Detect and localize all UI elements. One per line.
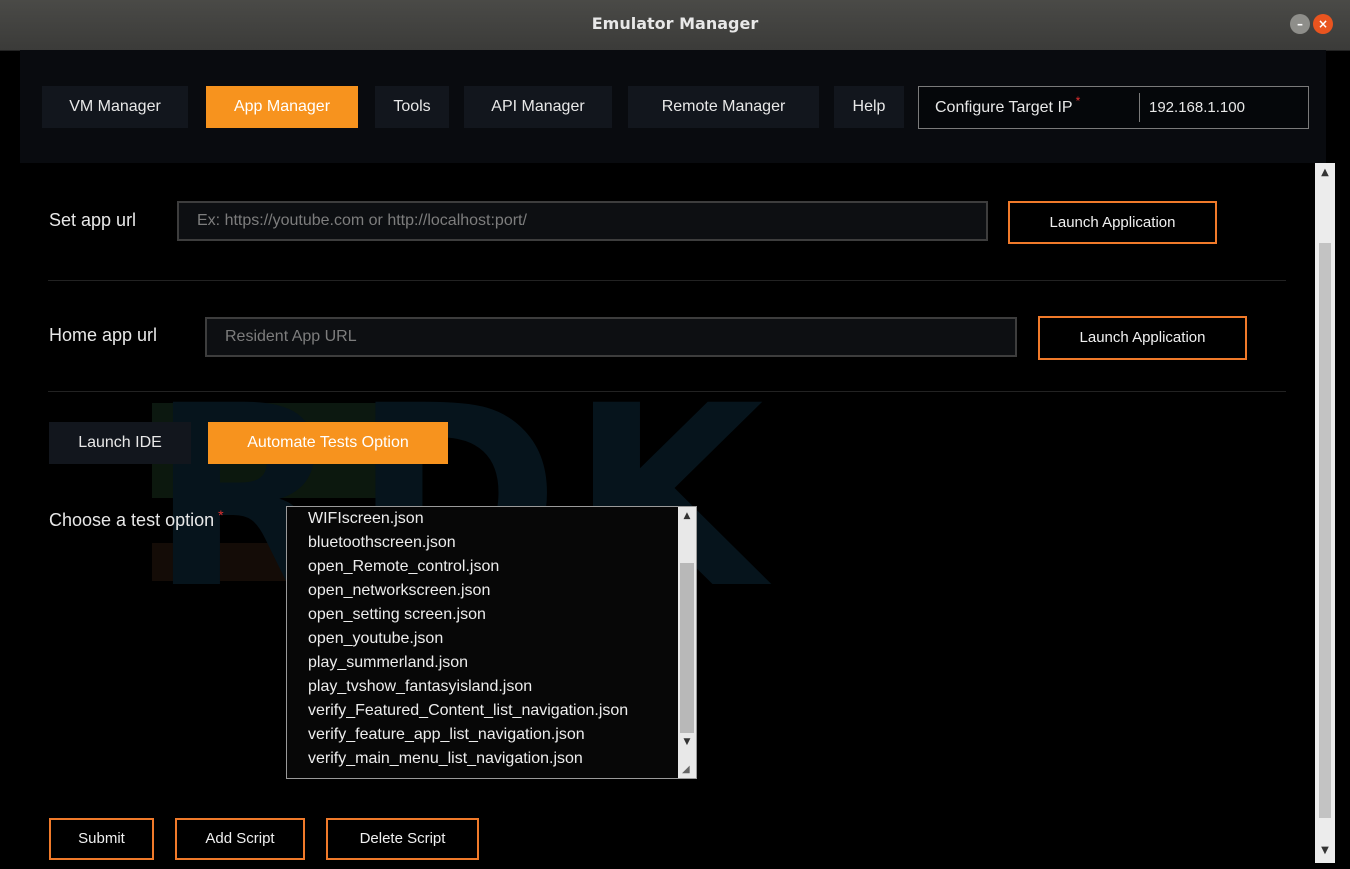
target-ip-input[interactable]: 192.168.1.100 — [1149, 87, 1245, 128]
title-bar: Emulator Manager – × — [0, 0, 1350, 51]
submit-button[interactable]: Submit — [49, 818, 154, 860]
nav-help[interactable]: Help — [834, 86, 904, 128]
list-item[interactable]: play_summerland.json — [308, 651, 468, 674]
nav-remote-manager[interactable]: Remote Manager — [628, 86, 819, 128]
nav-vm-manager[interactable]: VM Manager — [42, 86, 188, 128]
scroll-down-icon[interactable]: ▼ — [678, 737, 696, 747]
scroll-down-icon[interactable]: ▼ — [1315, 845, 1335, 856]
launch-application-button[interactable]: Launch Application — [1008, 201, 1217, 244]
divider — [48, 280, 1286, 281]
tab-automate-tests[interactable]: Automate Tests Option — [208, 422, 448, 464]
main-content: RDK Set app url Launch Application Home … — [0, 163, 1310, 869]
add-script-button[interactable]: Add Script — [175, 818, 305, 860]
required-mark: * — [218, 507, 224, 523]
nav-app-manager[interactable]: App Manager — [206, 86, 358, 128]
list-item[interactable]: WIFIscreen.json — [308, 507, 424, 530]
required-mark: * — [1075, 94, 1081, 108]
resize-grip-icon[interactable]: ◢ — [682, 764, 694, 776]
target-ip-box: Configure Target IP * 192.168.1.100 — [918, 86, 1309, 129]
tab-launch-ide[interactable]: Launch IDE — [49, 422, 191, 464]
nav-api-manager[interactable]: API Manager — [464, 86, 612, 128]
list-item[interactable]: bluetoothscreen.json — [308, 531, 456, 554]
app-url-input[interactable] — [177, 201, 988, 241]
list-item[interactable]: play_tvshow_fantasyisland.json — [308, 675, 532, 698]
page-scrollbar[interactable]: ▲ ▼ — [1310, 163, 1340, 869]
list-item[interactable]: verify_main_menu_list_navigation.json — [308, 747, 583, 770]
divider — [48, 391, 1286, 392]
list-item[interactable]: open_youtube.json — [308, 627, 443, 650]
app-url-label: Set app url — [49, 210, 137, 230]
scroll-up-icon[interactable]: ▲ — [1315, 167, 1335, 178]
home-url-label: Home app url — [49, 325, 158, 345]
launch-home-application-button[interactable]: Launch Application — [1038, 316, 1247, 360]
close-icon[interactable]: × — [1313, 14, 1333, 34]
home-url-input[interactable] — [205, 317, 1017, 357]
list-item[interactable]: verify_feature_app_list_navigation.json — [308, 723, 585, 746]
page-scroll-track[interactable]: ▲ ▼ — [1315, 163, 1335, 863]
list-item[interactable]: open_networkscreen.json — [308, 579, 490, 602]
top-nav: VM Manager App Manager Tools API Manager… — [20, 50, 1326, 163]
minimize-icon[interactable]: – — [1290, 14, 1310, 34]
test-option-label: Choose a test option * — [49, 507, 224, 530]
window-title: Emulator Manager — [591, 14, 759, 33]
list-item[interactable]: open_setting screen.json — [308, 603, 486, 626]
delete-script-button[interactable]: Delete Script — [326, 818, 479, 860]
scroll-up-icon[interactable]: ▲ — [678, 511, 696, 521]
listbox-scroll-thumb[interactable] — [680, 563, 694, 733]
listbox-scrollbar[interactable]: ▲ ▼ — [678, 507, 696, 778]
list-item[interactable]: open_Remote_control.json — [308, 555, 499, 578]
list-item[interactable]: verify_Featured_Content_list_navigation.… — [308, 699, 628, 722]
ip-separator — [1139, 93, 1140, 122]
target-ip-label: Configure Target IP * — [935, 94, 1081, 116]
nav-tools[interactable]: Tools — [375, 86, 449, 128]
page-scroll-thumb[interactable] — [1319, 243, 1331, 818]
test-option-listbox[interactable]: WIFIscreen.json bluetoothscreen.json ope… — [286, 506, 697, 779]
